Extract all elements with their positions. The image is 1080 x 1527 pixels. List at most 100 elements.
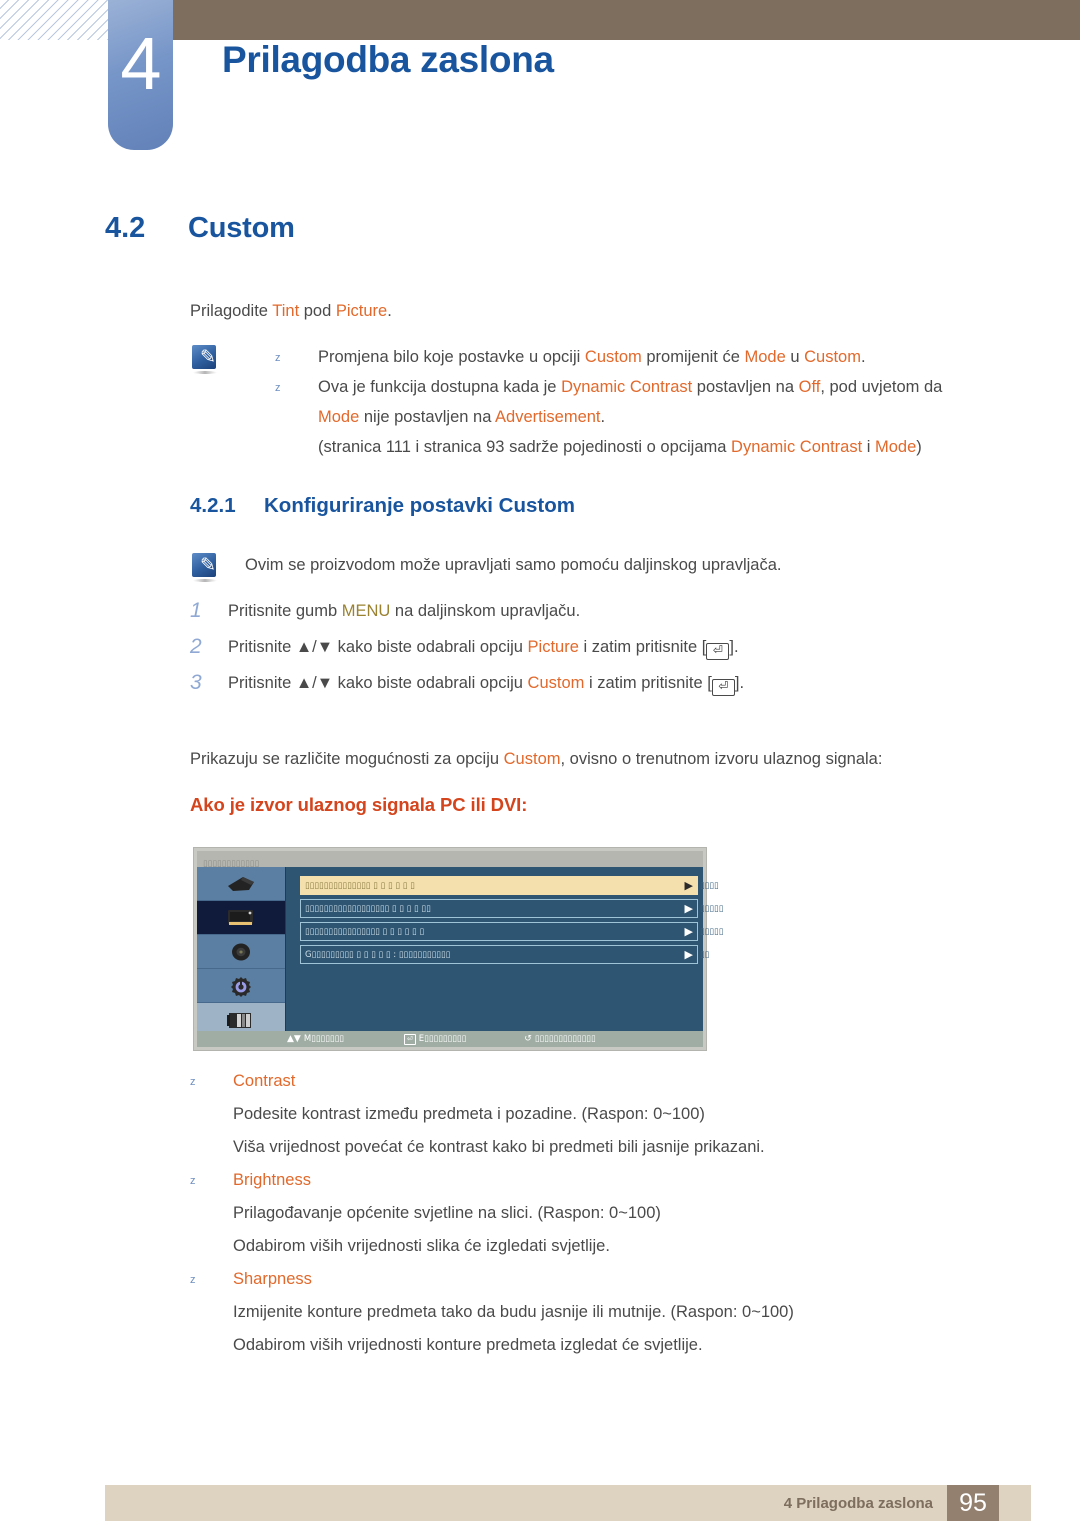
osd-row-sharpness[interactable]: ▯▯▯▯▯▯▯▯▯▯▯▯▯▯▯▯ ▯ ▯ ▯ ▯ ▯ ▯ ▶	[300, 922, 698, 941]
bullet1-kw-mode: Mode	[744, 348, 786, 366]
osd-sidebar-item-setup[interactable]	[197, 969, 285, 1003]
subsection-number: 4.2.1	[190, 494, 236, 517]
step-item: 3 Pritisnite ▲/▼ kako biste odabrali opc…	[190, 666, 990, 702]
section-title: Custom	[188, 212, 295, 244]
osd-hint-move-label: M▯▯▯▯▯▯▯	[303, 1034, 344, 1044]
mid-paragraph: Prikazuju se različite mogućnosti za opc…	[190, 744, 1010, 774]
osd-main-panel: ▯▯▯▯▯▯▯▯▯▯▯▯▯▯ ▯ ▯ ▯ ▯ ▯ ▯ ▶ ▯▯▯▯ ▯▯▯▯▯▯…	[286, 867, 723, 1031]
step1-p2: na daljinskom upravljaču.	[390, 602, 581, 620]
enter-key-icon: ⏎	[403, 1033, 416, 1045]
osd-bottom-bar: ▲▼ M▯▯▯▯▯▯▯ ⏎ E▯▯▯▯▯▯▯▯▯ ↺ ▯▯▯▯▯▯▯▯▯▯▯▯▯	[197, 1031, 703, 1047]
bullet1-kw-custom: Custom	[584, 348, 642, 366]
note-box-secondary: ✎ Ovim se proizvodom može upravljati sam…	[190, 550, 980, 582]
step2-kw-picture: Picture	[527, 638, 579, 656]
ref-p3: )	[916, 438, 922, 456]
osd-body: ▯▯▯▯▯▯▯▯▯▯▯▯▯▯ ▯ ▯ ▯ ▯ ▯ ▯ ▶ ▯▯▯▯ ▯▯▯▯▯▯…	[197, 867, 723, 1037]
mid-p2: , ovisno o trenutnom izvoru ulaznog sign…	[560, 750, 883, 768]
osd-row-contrast[interactable]: ▯▯▯▯▯▯▯▯▯▯▯▯▯▯ ▯ ▯ ▯ ▯ ▯ ▯ ▶	[300, 876, 698, 895]
step3-p3: ].	[734, 674, 745, 692]
bullet1-p4: .	[860, 348, 866, 366]
note-bullet-list: z Promjena bilo koje postavke u opciji C…	[275, 342, 980, 462]
bullet1-p2: promijenit će	[641, 348, 745, 366]
note-bullet-text: Ova je funkcija dostupna kada je Dynamic…	[318, 372, 980, 432]
osd-sidebar	[197, 867, 286, 1037]
osd-title-bar: ▯▯▯▯▯▯▯▯▯▯▯▯	[197, 851, 703, 869]
osd-row-ghost-value: ▯▯▯▯	[700, 876, 760, 895]
page-footer: 4 Prilagodba zaslona 95	[105, 1485, 1031, 1521]
osd-ghost-text: ▯▯	[700, 949, 710, 960]
osd-ghost-text: ▯▯▯▯▯	[700, 903, 724, 914]
osd-sidebar-item-input-source[interactable]	[197, 867, 285, 901]
step-text: Pritisnite gumb MENU na daljinskom uprav…	[228, 594, 990, 628]
setup-gear-icon	[231, 976, 251, 997]
bullet2-kw-advertisement: Advertisement	[495, 408, 601, 426]
osd-row-label: ▯▯▯▯▯▯▯▯▯▯▯▯▯▯▯▯ ▯ ▯ ▯ ▯ ▯ ▯	[305, 926, 425, 937]
definition-term-label: Contrast	[233, 1072, 296, 1090]
note-box-primary: ✎ z Promjena bilo koje postavke u opciji…	[190, 342, 980, 462]
bullet2-p2: postavljen na	[692, 378, 799, 396]
osd-menu-screenshot: ▯▯▯▯▯▯▯▯▯▯▯▯ ▯▯▯▯▯▯▯▯▯▯▯▯▯▯ ▯ ▯ ▯ ▯ ▯ ▯ …	[193, 847, 723, 1051]
osd-row-label: ▯▯▯▯▯▯▯▯▯▯▯▯▯▯ ▯ ▯ ▯ ▯ ▯ ▯	[305, 880, 415, 891]
note-secondary-text: Ovim se proizvodom može upravljati samo …	[245, 556, 782, 574]
note-icon-nib: ✎	[200, 347, 216, 368]
bullet-marker: z	[190, 1076, 196, 1088]
definition-term-label: Sharpness	[233, 1270, 312, 1288]
note-bullet-text: Promjena bilo koje postavke u opciji Cus…	[318, 342, 980, 372]
osd-sidebar-item-picture[interactable]	[197, 901, 285, 935]
header-brown-bar	[108, 0, 1080, 40]
step3-p2: i zatim pritisnite [	[584, 674, 712, 692]
step2-p2: i zatim pritisnite [	[578, 638, 707, 656]
bullet2-p5: .	[600, 408, 606, 426]
chevron-right-icon: ▶	[684, 902, 693, 915]
option-definition-list: z Contrast Podesite kontrast između pred…	[190, 1065, 1010, 1362]
enter-key-icon: ⏎	[711, 679, 735, 696]
osd-hint-move: ▲▼ M▯▯▯▯▯▯▯	[287, 1034, 344, 1044]
bullet1-kw-custom2: Custom	[804, 348, 861, 366]
step-number: 3	[190, 671, 202, 694]
footer-chapter-label: 4 Prilagodba zaslona	[783, 1494, 933, 1512]
step-item: 2 Pritisnite ▲/▼ kako biste odabrali opc…	[190, 630, 990, 666]
osd-row-brightness[interactable]: ▯▯▯▯▯▯▯▯▯▯▯▯▯▯▯▯▯▯ ▯ ▯ ▯ ▯ ▯▯ ▶	[300, 899, 698, 918]
osd-ghost-text: ▯▯▯▯	[700, 880, 719, 891]
osd-hint-enter: ⏎ E▯▯▯▯▯▯▯▯▯	[403, 1033, 467, 1045]
ref-p2: i	[862, 438, 875, 456]
intro-paragraph: Prilagodite Tint pod Picture.	[190, 296, 970, 326]
step-text: Pritisnite ▲/▼ kako biste odabrali opcij…	[228, 666, 990, 700]
note-icon-shadow	[193, 579, 217, 582]
step3-p1: Pritisnite ▲/▼ kako biste odabrali opcij…	[228, 674, 528, 692]
step-text: Pritisnite ▲/▼ kako biste odabrali opcij…	[228, 630, 990, 664]
definition-description: Viša vrijednost povećat će kontrast kako…	[233, 1138, 765, 1156]
definition-term-contrast: z Contrast	[190, 1065, 1010, 1098]
section-number: 4.2	[105, 212, 146, 244]
definition-description: Odabirom viših vrijednosti konture predm…	[233, 1336, 703, 1354]
bullet-marker: z	[190, 1274, 196, 1286]
step-item: 1 Pritisnite gumb MENU na daljinskom upr…	[190, 594, 990, 630]
bullet1-p1: Promjena bilo koje postavke u opciji	[318, 348, 585, 366]
osd-sidebar-item-sound[interactable]	[197, 935, 285, 969]
mid-p1: Prikazuju se različite mogućnosti za opc…	[190, 750, 504, 768]
chevron-right-icon: ▶	[684, 879, 693, 892]
input-source-icon	[228, 876, 254, 891]
osd-row-ghost-value: ▯▯	[700, 945, 760, 964]
step1-p1: Pritisnite gumb	[228, 602, 342, 620]
note-icon-shadow	[193, 371, 217, 374]
bullet-marker: z	[275, 352, 281, 364]
sound-speaker-icon	[232, 943, 250, 960]
note-icon-nib: ✎	[200, 555, 216, 576]
chapter-title: Prilagodba zaslona	[222, 39, 554, 80]
step-number: 2	[190, 635, 202, 658]
note-bullet-item: z Ova je funkcija dostupna kada je Dynam…	[275, 372, 980, 432]
step1-kw-menu: MENU	[341, 602, 391, 620]
chevron-right-icon: ▶	[684, 948, 693, 961]
bullet2-p3: , pod uvjetom da	[820, 378, 943, 396]
picture-display-icon	[228, 909, 253, 925]
definition-term-sharpness: z Sharpness	[190, 1263, 1010, 1296]
intro-text-pre: Prilagodite	[190, 302, 273, 320]
intro-keyword-picture: Picture	[335, 302, 388, 320]
osd-row-gamma[interactable]: G▯▯▯▯▯▯▯▯▯ ▯ ▯ ▯ ▯ ▯ : ▯▯▯▯▯▯▯▯▯▯▯ ▶	[300, 945, 698, 964]
definition-description: Prilagođavanje općenite svjetline na sli…	[233, 1204, 661, 1222]
intro-keyword-tint: Tint	[272, 302, 300, 320]
osd-hint-enter-label: E▯▯▯▯▯▯▯▯▯	[418, 1034, 467, 1044]
definition-description: Odabirom viših vrijednosti slika će izgl…	[233, 1237, 610, 1255]
footer-page-number: 95	[947, 1485, 999, 1521]
